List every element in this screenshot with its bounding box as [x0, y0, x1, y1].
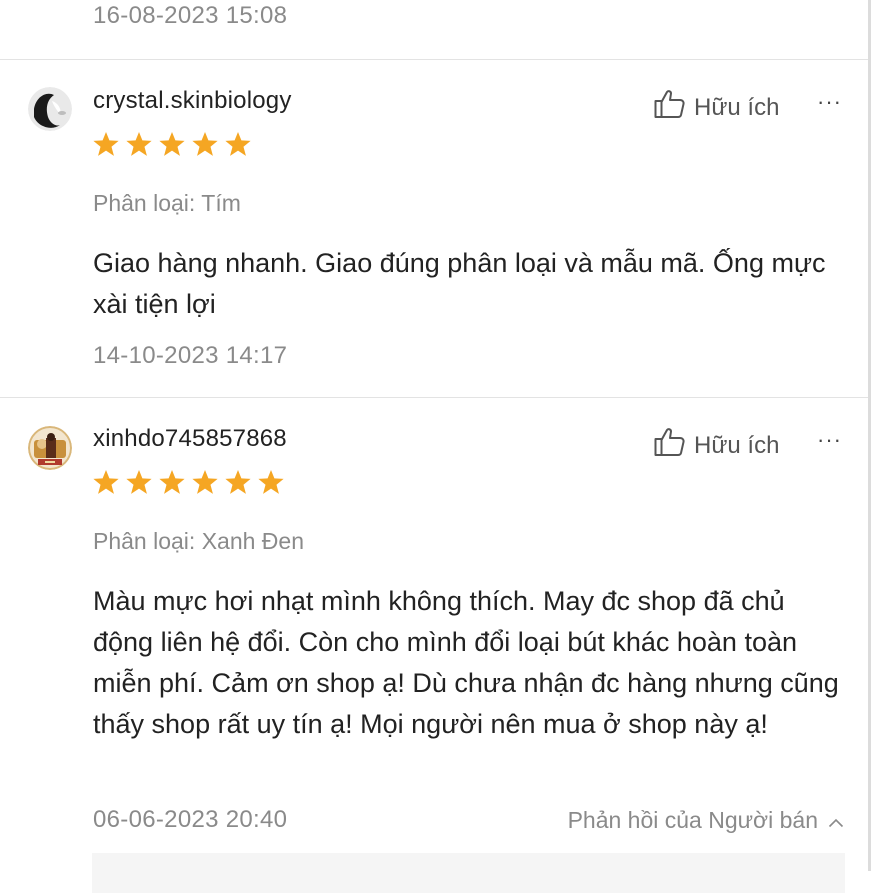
helpful-button[interactable]: Hữu ích [654, 89, 779, 126]
more-options-button[interactable]: ··· [817, 89, 842, 115]
review-divider [0, 397, 868, 398]
star-icon [92, 469, 120, 496]
seller-reply-box [92, 853, 845, 893]
review-date: 14-10-2023 14:17 [93, 342, 288, 369]
rating-stars [92, 469, 285, 496]
more-options-button[interactable]: ··· [817, 427, 842, 453]
star-icon [158, 131, 186, 158]
star-icon [224, 469, 252, 496]
review-date: 06-06-2023 20:40 [93, 806, 288, 833]
thumbs-up-icon [654, 89, 686, 126]
username: crystal.skinbiology [93, 87, 292, 114]
star-icon [191, 131, 219, 158]
thumbs-up-icon [654, 427, 686, 464]
previous-review-date: 16-08-2023 15:08 [93, 2, 288, 29]
helpful-label: Hữu ích [694, 431, 780, 459]
seller-reply-label: Phản hồi của Người bán [567, 807, 818, 833]
variant-label: Phân loại: Tím [93, 190, 241, 216]
star-icon [92, 131, 120, 158]
review-content: Giao hàng nhanh. Giao đúng phân loại và … [93, 248, 826, 319]
seller-reply-toggle[interactable]: Phản hồi của Người bán [568, 807, 844, 834]
review-content: Màu mực hơi nhạt mình không thích. May đ… [93, 586, 839, 739]
helpful-label: Hữu ích [694, 93, 780, 121]
star-icon [224, 131, 252, 158]
star-icon [125, 131, 153, 158]
star-icon [158, 469, 186, 496]
helpful-button[interactable]: Hữu ích [654, 427, 779, 464]
star-icon [257, 469, 285, 496]
review-divider [0, 59, 868, 60]
rating-stars [92, 131, 252, 158]
variant-label: Phân loại: Xanh Đen [93, 528, 304, 554]
avatar[interactable] [28, 426, 72, 470]
star-icon [191, 469, 219, 496]
username: xinhdo745857868 [93, 425, 287, 452]
chevron-up-icon [828, 807, 844, 834]
star-icon [125, 469, 153, 496]
avatar[interactable] [28, 87, 72, 131]
